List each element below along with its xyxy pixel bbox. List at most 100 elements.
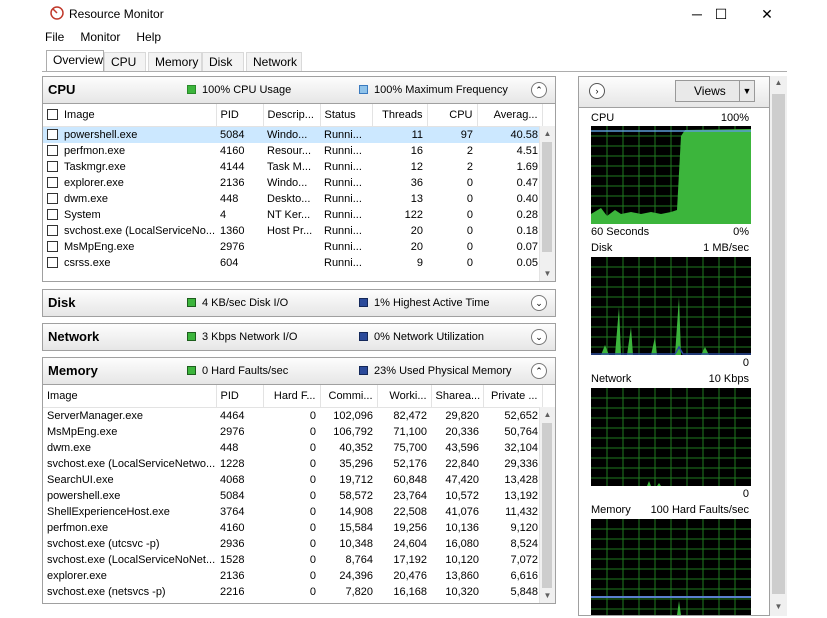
tab-overview[interactable]: Overview [46, 50, 104, 72]
tab-memory[interactable]: Memory [148, 52, 202, 71]
table-cell: 10,120 [445, 554, 479, 566]
dropdown-arrow-icon[interactable]: ▼ [739, 81, 754, 101]
table-row[interactable]: powershell.exe 5084 Windo... Runni... 11 97 40… [43, 126, 542, 143]
col-working-set[interactable]: Worki... [377, 385, 432, 408]
table-row[interactable]: svchost.exe (LocalServiceNoNet... 1528 0 8,… [43, 552, 542, 568]
tab-cpu[interactable]: CPU [104, 52, 146, 71]
chevron-up-icon[interactable]: ⌃ [531, 82, 547, 98]
row-checkbox[interactable] [47, 193, 58, 204]
memory-section-header[interactable]: Memory 0 Hard Faults/sec 23% Used Physic… [42, 357, 556, 385]
blue-square-icon [359, 85, 368, 94]
table-row[interactable]: dwm.exe 448 Deskto... Runni... 13 0 0.40 [43, 191, 542, 207]
row-checkbox[interactable] [47, 241, 58, 252]
table-row[interactable]: Taskmgr.exe 4144 Task M... Runni... 12 2 1.69 [43, 159, 542, 175]
menu-help[interactable]: Help [133, 30, 164, 48]
table-row[interactable]: explorer.exe 2136 Windo... Runni... 36 0 0.47 [43, 175, 542, 191]
table-cell: 2976 [220, 426, 245, 438]
col-pid[interactable]: PID [216, 104, 264, 127]
cpu-section-header[interactable]: CPU 100% CPU Usage 100% Maximum Frequenc… [42, 76, 556, 104]
table-cell: 9,120 [510, 522, 538, 534]
chevron-up-icon[interactable]: ⌃ [531, 363, 547, 379]
scroll-down-icon[interactable]: ▼ [540, 266, 555, 281]
scroll-down-icon[interactable]: ▼ [540, 588, 555, 603]
row-checkbox[interactable] [47, 129, 58, 140]
row-checkbox[interactable] [47, 209, 58, 220]
select-all-checkbox[interactable] [47, 109, 58, 120]
table-row[interactable]: perfmon.exe 4160 Resour... Runni... 16 2 4.51 [43, 143, 542, 159]
col-description[interactable]: Descrip... [263, 104, 321, 127]
table-row[interactable]: svchost.exe (LocalServiceNetwo... 1228 0 35… [43, 456, 542, 472]
table-cell [263, 255, 320, 271]
table-cell: Runni... [324, 177, 362, 189]
col-commit[interactable]: Commi... [320, 385, 378, 408]
table-row[interactable]: csrss.exe 604 Runni... 9 0 0.05 [43, 255, 542, 271]
views-dropdown[interactable]: Views ▼ [675, 80, 755, 102]
table-row[interactable]: explorer.exe 2136 0 24,396 20,476 13,860 6,616 [43, 568, 542, 584]
memory-table-scrollbar[interactable]: ▲ ▼ [539, 407, 555, 603]
col-pid[interactable]: PID [216, 385, 264, 408]
scroll-up-icon[interactable]: ▲ [540, 407, 555, 422]
table-cell: Resour... [267, 145, 312, 157]
table-cell: 0 [309, 506, 316, 518]
table-cell: 0.07 [516, 241, 538, 253]
menu-file[interactable]: File [42, 30, 67, 48]
table-cell: MsMpEng.exe [43, 239, 216, 255]
table-row[interactable]: ShellExperienceHost.exe 3764 0 14,908 22,508… [43, 504, 542, 520]
col-image[interactable]: Image [43, 385, 217, 408]
chevron-right-icon[interactable]: › [589, 83, 605, 99]
col-hard-faults[interactable]: Hard F... [263, 385, 321, 408]
scroll-down-icon[interactable]: ▼ [771, 602, 786, 616]
row-checkbox[interactable] [47, 161, 58, 172]
table-cell: 75,700 [393, 442, 427, 454]
tab-disk[interactable]: Disk [202, 52, 244, 71]
cpu-table: Image PID Descrip... Status Threads CPU … [42, 104, 556, 282]
window-scroll-thumb[interactable] [772, 94, 785, 594]
col-private[interactable]: Private ... [483, 385, 543, 408]
row-checkbox[interactable] [47, 177, 58, 188]
table-cell: Task M... [267, 161, 312, 173]
close-button[interactable]: ✕ [744, 0, 790, 28]
scroll-thumb[interactable] [542, 142, 552, 252]
table-cell: 0 [466, 225, 473, 237]
menu-monitor[interactable]: Monitor [77, 30, 123, 48]
table-row[interactable]: SearchUI.exe 4068 0 19,712 60,848 47,420 13,42… [43, 472, 542, 488]
chevron-down-icon[interactable]: ⌄ [531, 295, 547, 311]
table-row[interactable]: svchost.exe (utcsvc -p) 2936 0 10,348 24,604… [43, 536, 542, 552]
row-checkbox[interactable] [47, 145, 58, 156]
cpu-table-scrollbar[interactable]: ▲ ▼ [539, 126, 555, 281]
table-cell: 2136 [220, 570, 245, 582]
col-average[interactable]: Averag... [477, 104, 543, 127]
table-row[interactable]: MsMpEng.exe 2976 0 106,792 71,100 20,336 50,76… [43, 424, 542, 440]
table-row[interactable]: svchost.exe (LocalServiceNo... 1360 Host P… [43, 223, 542, 239]
table-row[interactable]: System 4 NT Ker... Runni... 122 0 0.28 [43, 207, 542, 223]
table-row[interactable]: svchost.exe (netsvcs -p) 2216 0 7,820 16,168… [43, 584, 542, 600]
chevron-down-icon[interactable]: ⌄ [531, 329, 547, 345]
disk-section-header[interactable]: Disk 4 KB/sec Disk I/O 1% Highest Active… [42, 289, 556, 317]
tab-network[interactable]: Network [246, 52, 302, 71]
table-cell: 448 [220, 193, 239, 205]
scroll-up-icon[interactable]: ▲ [771, 78, 786, 92]
network-graph-min: 0 [742, 488, 749, 500]
row-checkbox[interactable] [47, 257, 58, 268]
col-status[interactable]: Status [320, 104, 373, 127]
col-cpu[interactable]: CPU [427, 104, 478, 127]
row-checkbox[interactable] [47, 225, 58, 236]
table-row[interactable]: perfmon.exe 4160 0 15,584 19,256 10,136 9,120 [43, 520, 542, 536]
scroll-up-icon[interactable]: ▲ [540, 126, 555, 141]
resource-monitor-icon [50, 6, 64, 20]
table-row[interactable]: powershell.exe 5084 0 58,572 23,764 10,572 13,… [43, 488, 542, 504]
table-cell: Windo... [263, 126, 320, 143]
table-cell: 0 [309, 458, 316, 470]
col-threads[interactable]: Threads [372, 104, 428, 127]
table-row[interactable]: MsMpEng.exe 2976 Runni... 20 0 0.07 [43, 239, 542, 255]
scroll-thumb[interactable] [542, 423, 552, 588]
table-row[interactable]: ServerManager.exe 4464 0 102,096 82,472 29,82… [43, 408, 542, 425]
maximize-button[interactable]: ☐ [698, 0, 744, 28]
network-section-header[interactable]: Network 3 Kbps Network I/O 0% Network Ut… [42, 323, 556, 351]
table-row[interactable]: dwm.exe 448 0 40,352 75,700 43,596 32,104 [43, 440, 542, 456]
table-cell: 1.69 [516, 161, 538, 173]
table-cell: 14,908 [339, 506, 373, 518]
col-shareable[interactable]: Sharea... [431, 385, 484, 408]
table-cell: 0 [309, 490, 316, 502]
col-image[interactable]: Image [43, 104, 217, 127]
